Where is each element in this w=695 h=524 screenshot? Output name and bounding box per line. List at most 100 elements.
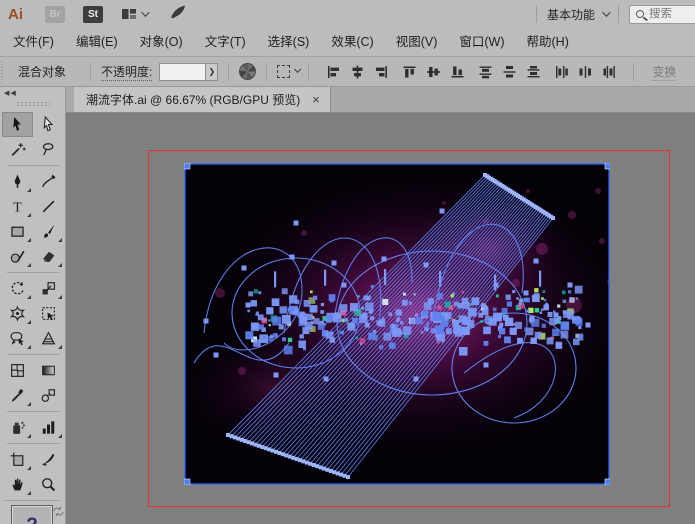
selected-artwork[interactable]	[184, 163, 610, 485]
align-left-button[interactable]	[322, 61, 344, 83]
tool-magic-wand[interactable]	[2, 137, 33, 162]
collapse-panel-icon[interactable]: ◀◀	[4, 89, 65, 98]
select-similar-button[interactable]	[277, 65, 298, 78]
align-right-icon	[373, 64, 390, 80]
select-similar-icon	[277, 65, 290, 78]
tool-free-transform[interactable]	[33, 301, 64, 326]
distribute-v-bottom-button[interactable]	[522, 61, 544, 83]
tool-gradient[interactable]	[33, 358, 64, 383]
tool-slice[interactable]	[33, 447, 64, 472]
panel-grip[interactable]	[1, 61, 8, 83]
tool-blend[interactable]	[33, 383, 64, 408]
stock-icon[interactable]: St	[83, 6, 103, 23]
tool-shape-builder[interactable]	[2, 326, 33, 351]
separator	[266, 63, 267, 81]
distribute-v-center-icon	[501, 64, 518, 80]
rocket-icon[interactable]	[169, 4, 187, 25]
zoom-tool-icon	[40, 476, 57, 493]
swap-fill-stroke-icon[interactable]	[52, 505, 65, 523]
menu-window[interactable]: 窗口(W)	[448, 28, 515, 56]
align-v-center-button[interactable]	[422, 61, 444, 83]
tool-rectangle[interactable]	[2, 219, 33, 244]
tool-lasso[interactable]	[33, 137, 64, 162]
fill-swatch[interactable]: ?	[11, 505, 53, 524]
distribute-h-right-icon	[601, 64, 618, 80]
tool-line-segment[interactable]	[33, 194, 64, 219]
eraser-tool-icon	[40, 248, 57, 265]
distribute-h-right-button[interactable]	[598, 61, 620, 83]
distribute-v-bottom-icon	[525, 64, 542, 80]
tool-shaper[interactable]	[2, 244, 33, 269]
menu-view[interactable]: 视图(V)	[385, 28, 449, 56]
tool-eraser[interactable]	[33, 244, 64, 269]
tool-mesh[interactable]	[2, 358, 33, 383]
menu-help[interactable]: 帮助(H)	[516, 28, 580, 56]
layout-thumbnail-icon	[121, 7, 137, 21]
separator	[618, 5, 619, 23]
distribute-v-center-button[interactable]	[498, 61, 520, 83]
tool-direct-selection[interactable]	[33, 112, 64, 137]
eyedropper-tool-icon	[9, 387, 26, 404]
width-tool-icon	[9, 305, 26, 322]
distribute-h-center-button[interactable]	[574, 61, 596, 83]
panel-drag-handle[interactable]	[16, 101, 50, 106]
align-h-center-button[interactable]	[346, 61, 368, 83]
menu-select[interactable]: 选择(S)	[257, 28, 321, 56]
tool-width[interactable]	[2, 301, 33, 326]
tool-scale[interactable]	[33, 276, 64, 301]
tool-symbol-sprayer[interactable]	[2, 415, 33, 440]
menu-type[interactable]: 文字(T)	[194, 28, 257, 56]
tool-pen[interactable]	[2, 169, 33, 194]
menu-edit[interactable]: 编辑(E)	[65, 28, 129, 56]
distribute-h-left-button[interactable]	[550, 61, 572, 83]
tools-divider	[2, 408, 64, 415]
close-tab-icon[interactable]: ×	[312, 93, 320, 106]
tool-perspective-grid[interactable]	[33, 326, 64, 351]
slice-tool-icon	[40, 451, 57, 468]
align-v-center-icon	[425, 64, 442, 80]
selection-tool-icon	[9, 116, 26, 133]
distribute-h-left-icon	[553, 64, 570, 80]
recolor-artwork-icon[interactable]	[239, 63, 256, 80]
opacity-input[interactable]	[159, 63, 205, 81]
tool-eyedropper[interactable]	[2, 383, 33, 408]
opacity-label[interactable]: 不透明度:	[101, 63, 152, 81]
chevron-down-icon	[602, 8, 610, 16]
gradient-tool-icon	[40, 362, 57, 379]
search-input[interactable]	[649, 8, 693, 20]
rotate-tool-icon	[9, 280, 26, 297]
align-group	[398, 61, 468, 83]
transform-link[interactable]: 变换	[652, 63, 676, 81]
bridge-icon[interactable]: Br	[45, 6, 65, 23]
align-bottom-button[interactable]	[446, 61, 468, 83]
menu-object[interactable]: 对象(O)	[129, 28, 194, 56]
menu-file[interactable]: 文件(F)	[2, 28, 65, 56]
separator	[633, 63, 634, 81]
tool-column-graph[interactable]	[33, 415, 64, 440]
search-box[interactable]	[629, 5, 695, 24]
workspace-switcher[interactable]: 基本功能	[547, 6, 608, 23]
titlebar: Ai Br St 基本功能	[0, 0, 695, 28]
tool-selection[interactable]	[2, 112, 33, 137]
tool-paintbrush[interactable]	[33, 219, 64, 244]
context-object-label: 混合对象	[18, 63, 66, 80]
tool-hand[interactable]	[2, 472, 33, 497]
menu-effect[interactable]: 效果(C)	[320, 28, 384, 56]
distribute-v-top-button[interactable]	[474, 61, 496, 83]
opacity-dropdown-button[interactable]: ❯	[205, 63, 218, 81]
tool-artboard[interactable]	[2, 447, 33, 472]
document-title: 潮流字体.ai @ 66.67% (RGB/GPU 预览)	[86, 91, 300, 108]
svg-text:T: T	[13, 199, 22, 214]
tool-rotate[interactable]	[2, 276, 33, 301]
align-top-button[interactable]	[398, 61, 420, 83]
chevron-down-icon[interactable]	[141, 8, 149, 16]
tool-curvature[interactable]	[33, 169, 64, 194]
arrange-documents-icon[interactable]	[121, 7, 137, 21]
document-tab[interactable]: 潮流字体.ai @ 66.67% (RGB/GPU 预览) ×	[74, 87, 331, 112]
distribute-group	[550, 61, 620, 83]
tool-type[interactable]: T	[2, 194, 33, 219]
canvas[interactable]	[66, 113, 695, 524]
tool-zoom[interactable]	[33, 472, 64, 497]
align-right-button[interactable]	[370, 61, 392, 83]
workspace: ◀◀ T	[0, 87, 695, 524]
